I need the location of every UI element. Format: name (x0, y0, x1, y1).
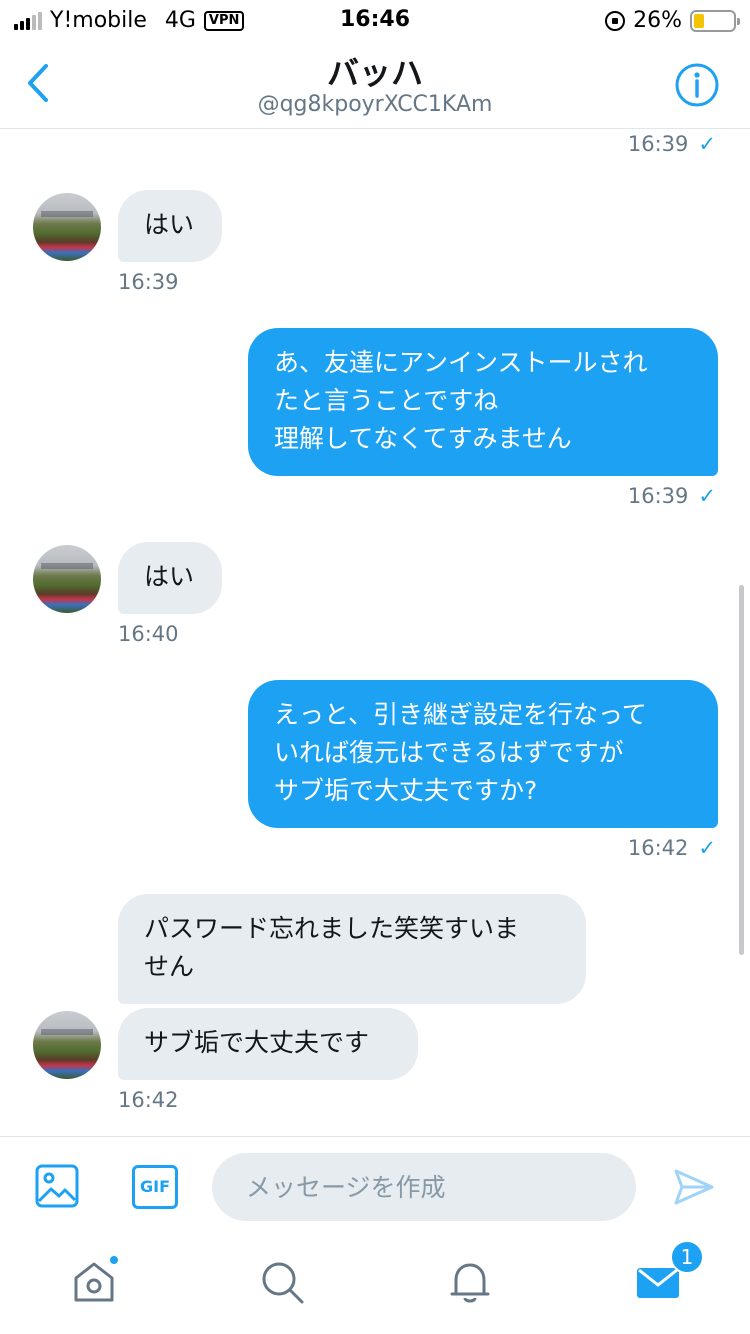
conversation-title: バッハ (326, 54, 423, 92)
gif-button[interactable]: GIF (132, 1165, 178, 1209)
conversation-header: バッハ @qg8kpoyrXCC1KAm (0, 40, 750, 129)
status-bar: Y!mobile 4G VPN 16:46 26% (0, 0, 750, 40)
message-timestamp: 16:42 ✓ (627, 836, 716, 860)
outgoing-message-bubble[interactable]: あ、友達にアンインストールされ たと言うことですね 理解してなくてすみません (248, 328, 718, 476)
message-input[interactable] (212, 1153, 636, 1221)
sent-check-icon: ✓ (698, 132, 716, 156)
battery-percent: 26% (633, 8, 682, 33)
outgoing-message-bubble[interactable]: えっと、引き継ぎ設定を行なって いれば復元はできるはずですが サブ垢で大丈夫です… (248, 680, 718, 828)
avatar[interactable] (33, 193, 101, 261)
incoming-message-bubble[interactable]: パスワード忘れました笑笑すいま せん (118, 894, 586, 1004)
message-timestamp: 16:40 (118, 622, 179, 646)
tab-bar: 1 (0, 1236, 750, 1334)
tab-search[interactable] (258, 1258, 306, 1306)
send-icon[interactable] (672, 1165, 716, 1209)
search-icon (262, 1262, 304, 1304)
orientation-lock-icon (605, 10, 626, 31)
avatar[interactable] (33, 1011, 101, 1079)
new-content-dot (108, 1254, 120, 1266)
sent-check-icon: ✓ (698, 484, 716, 508)
message-timestamp: 16:42 (118, 1088, 179, 1112)
incoming-message-bubble[interactable]: サブ垢で大丈夫です (118, 1008, 418, 1080)
message-timestamp: 16:39 ✓ (627, 132, 716, 156)
message-timestamp: 16:39 (118, 270, 179, 294)
sent-check-icon: ✓ (698, 836, 716, 860)
tab-notifications[interactable] (446, 1258, 494, 1306)
message-composer: GIF (0, 1136, 750, 1236)
scrollbar[interactable] (739, 585, 744, 955)
incoming-message-bubble[interactable]: はい (118, 190, 222, 262)
unread-badge: 1 (670, 1240, 704, 1274)
conversation-handle: @qg8kpoyrXCC1KAm (257, 92, 493, 117)
tab-messages[interactable]: 1 (634, 1240, 704, 1306)
bell-icon (450, 1263, 490, 1303)
image-icon[interactable] (34, 1163, 80, 1209)
battery-icon (690, 9, 740, 32)
battery-level (694, 13, 704, 28)
info-icon[interactable] (674, 62, 720, 108)
incoming-message-bubble[interactable]: はい (118, 542, 222, 614)
tab-home[interactable] (70, 1254, 120, 1306)
message-list[interactable]: 16:39 ✓ はい 16:39 あ、友達にアンインストールされ たと言うことです… (0, 130, 750, 1135)
avatar[interactable] (33, 545, 101, 613)
status-right: 26% (605, 8, 740, 33)
message-timestamp: 16:39 ✓ (627, 484, 716, 508)
